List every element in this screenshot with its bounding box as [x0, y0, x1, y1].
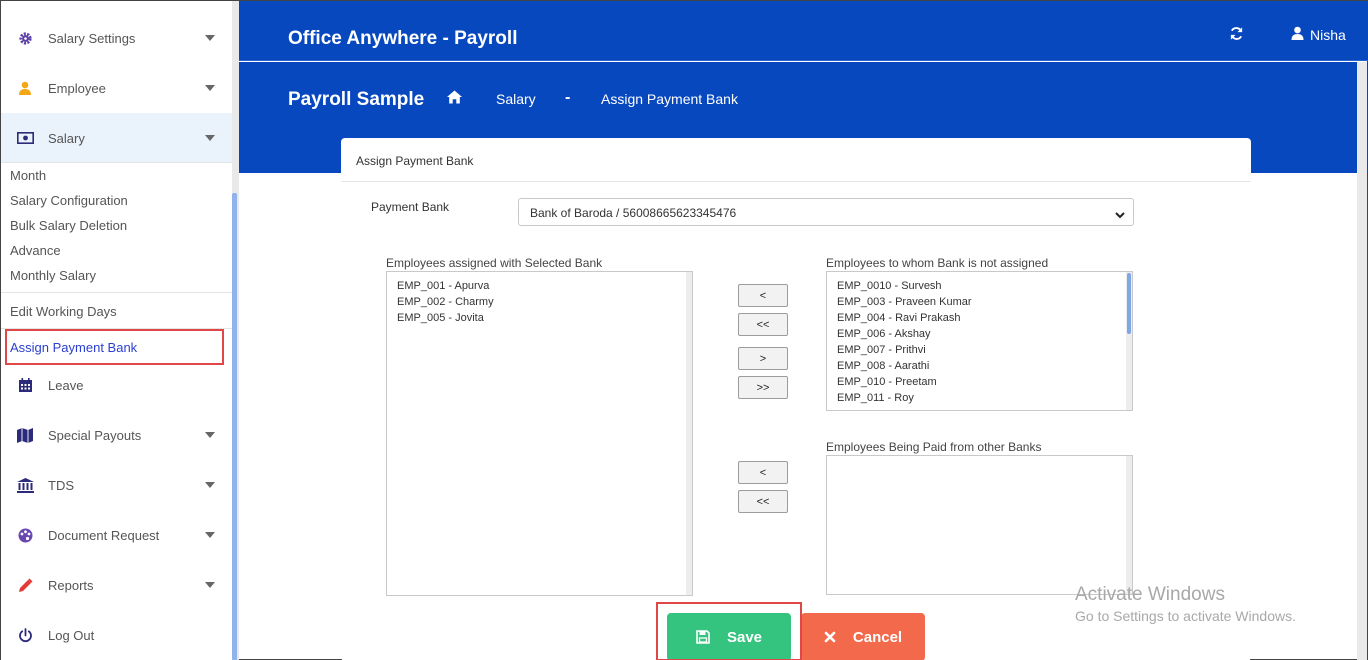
assign-payment-bank-card: Assign Payment Bank Payment Bank Bank of…	[341, 138, 1251, 660]
activate-windows-title: Activate Windows	[1075, 584, 1225, 605]
chevron-down-icon	[205, 135, 215, 141]
gear-icon	[16, 29, 34, 47]
sidebar-item-label: Reports	[48, 577, 94, 593]
page-title: Payroll Sample	[288, 89, 425, 110]
user-name[interactable]: Nisha	[1310, 27, 1346, 43]
top-bar: Office Anywhere - Payroll Nisha	[239, 1, 1368, 61]
power-icon	[16, 626, 34, 644]
sidebar-item-log-out[interactable]: Log Out	[1, 610, 232, 660]
not-assigned-employees-list[interactable]: EMP_0010 - Survesh EMP_003 - Praveen Kum…	[826, 271, 1133, 411]
payment-bank-label: Payment Bank	[371, 200, 450, 214]
breadcrumb-current: Assign Payment Bank	[601, 91, 738, 107]
sidebar-item-employee[interactable]: Employee	[1, 63, 232, 113]
money-icon	[16, 129, 34, 147]
chevron-down-icon	[205, 432, 215, 438]
not-assigned-list-label: Employees to whom Bank is not assigned	[826, 256, 1049, 270]
card-header: Assign Payment Bank	[341, 138, 1251, 182]
home-icon[interactable]	[447, 90, 462, 109]
list-item[interactable]: EMP_004 - Ravi Prakash	[837, 312, 961, 324]
list-scrollbar-thumb[interactable]	[1127, 273, 1131, 334]
sidebar-item-label: Employee	[48, 80, 106, 96]
sub-item-edit-working-days[interactable]: Edit Working Days	[10, 304, 117, 319]
refresh-icon[interactable]	[1229, 26, 1244, 46]
list-item[interactable]: EMP_011 - Roy	[837, 392, 914, 404]
payment-bank-value: Bank of Baroda / 56008665623345476	[530, 206, 737, 220]
chevron-down-icon	[205, 35, 215, 41]
chevron-down-icon	[205, 85, 215, 91]
sidebar-item-leave[interactable]: Leave	[1, 360, 232, 410]
app-title: Office Anywhere - Payroll	[288, 28, 518, 49]
highlight-box	[656, 602, 802, 660]
sidebar-item-tds[interactable]: TDS	[1, 460, 232, 510]
other-banks-employees-list[interactable]	[826, 455, 1133, 595]
sub-item-salary-configuration[interactable]: Salary Configuration	[10, 193, 128, 208]
calendar-icon	[16, 376, 34, 394]
user-icon	[16, 79, 34, 97]
close-icon	[824, 631, 836, 643]
chevron-down-icon	[1115, 208, 1125, 222]
sidebar-item-salary[interactable]: Salary	[1, 113, 232, 163]
divider	[1, 292, 232, 293]
chevron-down-icon	[205, 482, 215, 488]
sub-item-monthly-salary[interactable]: Monthly Salary	[10, 268, 96, 283]
sidebar-item-label: Document Request	[48, 527, 160, 543]
user-icon[interactable]	[1291, 26, 1304, 46]
sidebar-item-label: Special Payouts	[48, 427, 142, 443]
sub-item-advance[interactable]: Advance	[10, 243, 61, 258]
sidebar-item-label: Salary Settings	[48, 30, 136, 46]
sub-item-month[interactable]: Month	[10, 168, 46, 183]
list-scrollbar[interactable]	[1126, 456, 1132, 594]
sidebar-item-label: Log Out	[48, 627, 95, 643]
list-item[interactable]: EMP_001 - Apurva	[397, 280, 489, 292]
list-item[interactable]: EMP_002 - Charmy	[397, 296, 494, 308]
sidebar-item-special-payouts[interactable]: Special Payouts	[1, 410, 232, 460]
other-move-left-button[interactable]: <	[738, 461, 788, 484]
page-scrollbar[interactable]	[1357, 62, 1367, 660]
list-item[interactable]: EMP_003 - Praveen Kumar	[837, 296, 972, 308]
pencil-icon	[16, 576, 34, 594]
chevron-down-icon	[205, 532, 215, 538]
move-left-button[interactable]: <	[738, 284, 788, 307]
activate-windows-subtitle: Go to Settings to activate Windows.	[1075, 608, 1296, 624]
move-all-right-button[interactable]: >>	[738, 376, 788, 399]
chevron-down-icon	[205, 582, 215, 588]
move-all-left-button[interactable]: <<	[738, 313, 788, 336]
cancel-label: Cancel	[852, 628, 903, 646]
move-right-button[interactable]: >	[738, 347, 788, 370]
other-banks-list-label: Employees Being Paid from other Banks	[826, 440, 1042, 454]
list-item[interactable]: EMP_008 - Aarathi	[837, 360, 929, 372]
list-item[interactable]: EMP_010 - Preetam	[837, 376, 937, 388]
list-item[interactable]: EMP_007 - Prithvi	[837, 344, 926, 356]
sidebar-item-label: TDS	[48, 477, 74, 493]
list-item[interactable]: EMP_005 - Jovita	[397, 312, 484, 324]
sidebar-item-salary-settings[interactable]: Salary Settings	[1, 13, 232, 63]
sub-item-bulk-salary-deletion[interactable]: Bulk Salary Deletion	[10, 218, 127, 233]
other-move-all-left-button[interactable]: <<	[738, 490, 788, 513]
sidebar-scrollbar-thumb[interactable]	[232, 193, 237, 660]
bank-icon	[16, 476, 34, 494]
sidebar-item-label: Leave	[48, 377, 84, 393]
breadcrumb-separator: -	[565, 89, 571, 106]
list-item[interactable]: EMP_006 - Akshay	[837, 328, 931, 340]
sidebar-item-reports[interactable]: Reports	[1, 560, 232, 610]
payment-bank-select[interactable]: Bank of Baroda / 56008665623345476	[518, 198, 1134, 226]
sidebar: Salary Settings Employee Salary Month Sa…	[1, 1, 232, 660]
list-scrollbar[interactable]	[686, 272, 692, 595]
assigned-employees-list[interactable]: EMP_001 - Apurva EMP_002 - Charmy EMP_00…	[386, 271, 693, 596]
sidebar-item-label: Salary	[48, 130, 85, 146]
sidebar-item-document-request[interactable]: Document Request	[1, 510, 232, 560]
card-title: Assign Payment Bank	[356, 154, 474, 168]
divider	[1, 162, 232, 163]
palette-icon	[16, 526, 34, 544]
map-icon	[16, 426, 34, 444]
breadcrumb-salary[interactable]: Salary	[496, 91, 536, 107]
assigned-list-label: Employees assigned with Selected Bank	[386, 256, 603, 270]
list-item[interactable]: EMP_0010 - Survesh	[837, 280, 942, 292]
cancel-button[interactable]: Cancel	[801, 613, 925, 660]
